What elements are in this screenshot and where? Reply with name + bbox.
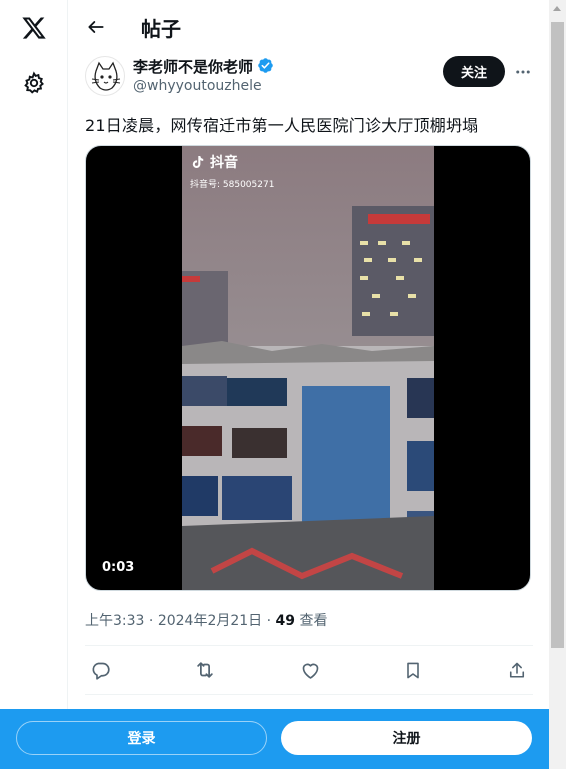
views-label: 查看 <box>299 613 328 629</box>
page-title: 帖子 <box>141 17 181 41</box>
left-nav-rail <box>0 0 68 769</box>
divider <box>85 645 533 646</box>
signup-banner: 登录 注册 <box>0 709 549 769</box>
post-text: 21日凌晨，网传宿迁市第一人民医院门诊大厅顶棚坍塌 <box>85 116 479 135</box>
reply-icon[interactable] <box>86 656 114 684</box>
meta-separator: · <box>262 613 276 629</box>
login-button[interactable]: 登录 <box>16 721 267 755</box>
heart-icon[interactable] <box>296 656 324 684</box>
main-column: 帖子 李老师不是你老师 @whyyoutouzhele 关注 21日凌晨，网传宿… <box>69 0 549 769</box>
arrow-left-icon[interactable] <box>83 14 109 40</box>
post-meta: 上午3:33 · 2024年2月21日 · 49 查看 <box>85 610 327 630</box>
meta-separator: · <box>144 613 158 629</box>
author-name[interactable]: 李老师不是你老师 <box>133 56 253 77</box>
scroll-up-arrow-icon[interactable] <box>553 6 561 11</box>
views-count: 49 <box>275 613 296 629</box>
gear-icon[interactable] <box>19 68 49 98</box>
tiktok-watermark: 抖音 <box>190 152 238 172</box>
page-header: 帖子 <box>69 0 549 53</box>
scrollbar-thumb[interactable] <box>551 22 564 648</box>
repost-icon[interactable] <box>191 656 219 684</box>
tiktok-brand: 抖音 <box>210 155 238 171</box>
video-thumbnail <box>182 146 434 590</box>
tiktok-icon <box>192 156 204 168</box>
scrollbar[interactable] <box>549 0 566 769</box>
signup-button[interactable]: 注册 <box>281 721 532 755</box>
post-time[interactable]: 上午3:33 <box>85 613 144 629</box>
divider <box>85 694 533 695</box>
author-handle[interactable]: @whyyoutouzhele <box>133 78 262 94</box>
action-bar <box>85 653 533 687</box>
video-player[interactable]: 抖音 抖音号: 585005271 0:03 <box>85 145 531 591</box>
verified-badge-icon <box>257 57 274 74</box>
follow-button[interactable]: 关注 <box>443 56 505 87</box>
avatar[interactable] <box>85 56 125 96</box>
share-icon[interactable] <box>503 656 531 684</box>
video-frame: 抖音 抖音号: 585005271 <box>182 146 434 590</box>
tiktok-account-id: 抖音号: 585005271 <box>190 180 275 190</box>
bookmark-icon[interactable] <box>399 656 427 684</box>
video-duration: 0:03 <box>96 558 141 577</box>
more-horizontal-icon[interactable] <box>509 58 537 86</box>
x-logo-icon[interactable] <box>19 13 49 43</box>
post-date[interactable]: 2024年2月21日 <box>158 613 262 629</box>
